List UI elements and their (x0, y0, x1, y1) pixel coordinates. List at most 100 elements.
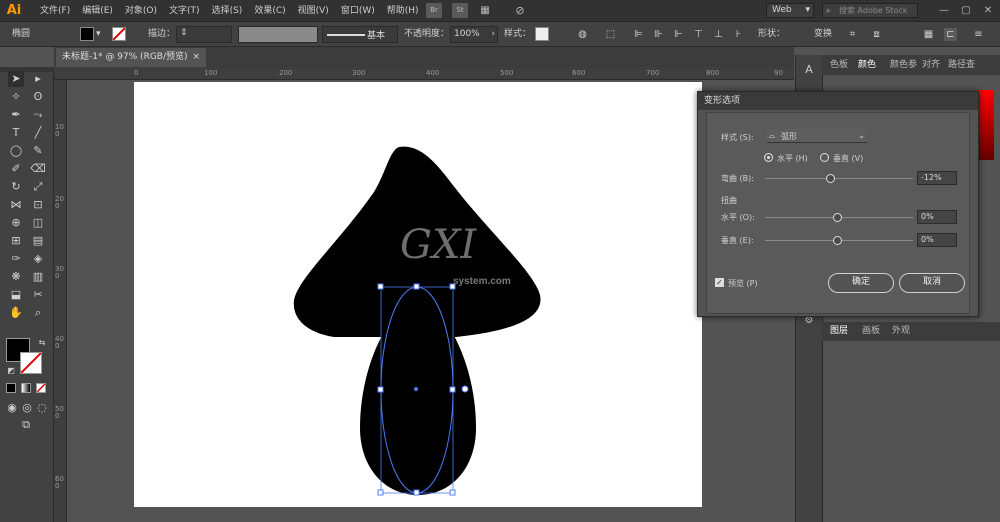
transform-label[interactable]: 变换 (814, 22, 832, 47)
variable-width-profile[interactable] (238, 26, 318, 43)
pen-tool-icon[interactable]: ✒ (8, 107, 24, 123)
align-to-icon[interactable]: ⬚ (604, 28, 617, 41)
chevron-down-icon[interactable]: ▾ (96, 22, 101, 47)
close-tab-icon[interactable]: × (192, 48, 200, 67)
arrange-documents-icon[interactable]: ▦ (477, 3, 493, 18)
none-mode-icon[interactable] (36, 383, 46, 393)
align-right-icon[interactable]: ⊩ (672, 28, 685, 41)
recolor-artwork-icon[interactable]: ◍ (576, 28, 589, 41)
mesh-tool-icon[interactable]: ⊞ (8, 233, 24, 249)
gradient-mode-icon[interactable] (21, 383, 31, 393)
menu-item-type[interactable]: 文字(T) (163, 0, 206, 22)
align-middle-icon[interactable]: ⊥ (712, 28, 725, 41)
default-colors-icon[interactable]: ◩ (3, 363, 19, 379)
swap-colors-icon[interactable]: ⇆ (34, 335, 50, 351)
color-spectrum[interactable] (978, 90, 994, 160)
blend-tool-icon[interactable]: ◈ (30, 251, 46, 267)
radio-vertical[interactable] (820, 153, 829, 162)
tab-artboards[interactable]: 画板 (862, 322, 880, 341)
brush-definition[interactable]: 基本 (322, 26, 398, 43)
menu-item-file[interactable]: 文件(F) (34, 0, 76, 22)
ok-button[interactable]: 确定 (828, 273, 894, 293)
opacity-label[interactable]: 不透明度： (404, 22, 449, 47)
direct-selection-tool-icon[interactable]: ▸ (30, 71, 46, 87)
shape-builder-icon[interactable]: ⊕ (8, 215, 24, 231)
stock-search-input[interactable]: ⌕ 搜索 Adobe Stock (822, 3, 918, 18)
rotate-tool-icon[interactable]: ↻ (8, 179, 24, 195)
stroke-swatch[interactable] (112, 27, 126, 41)
free-transform-icon[interactable]: ⊡ (30, 197, 46, 213)
vertical-distortion-thumb[interactable] (833, 236, 842, 245)
eyedropper-icon[interactable]: ✑ (8, 251, 24, 267)
transform-each-icon[interactable]: ⌗ (846, 28, 859, 41)
align-center-icon[interactable]: ⊪ (652, 28, 665, 41)
menu-item-help[interactable]: 帮助(H) (381, 0, 425, 22)
warp-style-dropdown[interactable]: ⌓ 弧形 ⌄ (767, 129, 867, 143)
shape-label[interactable]: 形状： (758, 22, 785, 47)
align-top-icon[interactable]: ⊤ (692, 28, 705, 41)
panel-menu-icon[interactable]: ≡ (972, 28, 985, 41)
close-window-button[interactable]: ✕ (978, 1, 998, 21)
menu-item-view[interactable]: 视图(V) (292, 0, 335, 22)
type-tool-icon[interactable]: T (8, 125, 24, 141)
workspace-switcher[interactable]: Web ▾ (766, 3, 814, 18)
tab-color-guide[interactable]: 颜色参 (890, 55, 917, 75)
menu-item-select[interactable]: 选择(S) (206, 0, 249, 22)
envelope-icon[interactable]: ⧈ (870, 28, 883, 41)
screen-mode-icon[interactable]: ⧉ (18, 417, 34, 433)
curvature-tool-icon[interactable]: ⤳ (30, 107, 46, 123)
align-bottom-icon[interactable]: ⊦ (732, 28, 745, 41)
arrange-icon[interactable]: ▦ (922, 28, 935, 41)
tab-appearance[interactable]: 外观 (892, 322, 910, 341)
preview-checkbox[interactable]: ✓ (715, 278, 724, 287)
draw-inside-icon[interactable]: ◌ (34, 400, 50, 416)
selection-tool-icon[interactable]: ➤ (8, 71, 24, 87)
tab-layers[interactable]: 图层 (830, 322, 848, 341)
fill-swatch[interactable] (80, 27, 94, 41)
draw-behind-icon[interactable]: ◎ (19, 400, 35, 416)
menu-item-effect[interactable]: 效果(C) (248, 0, 291, 22)
bend-slider-thumb[interactable] (826, 174, 836, 183)
symbol-sprayer-icon[interactable]: ❋ (8, 269, 24, 285)
horizontal-distortion-thumb[interactable] (833, 213, 842, 222)
stroke-weight-field[interactable]: ⇕ (176, 26, 232, 43)
color-mode-icon[interactable] (6, 383, 16, 393)
opacity-field[interactable]: 100% › (450, 26, 498, 43)
mushroom-stem[interactable] (360, 332, 476, 495)
maximize-button[interactable]: ▢ (956, 1, 976, 21)
align-left-icon[interactable]: ⊫ (632, 28, 645, 41)
draw-normal-icon[interactable]: ◉ (4, 400, 20, 416)
graph-tool-icon[interactable]: ▥ (30, 269, 46, 285)
isolate-icon[interactable]: ⊏ (944, 28, 957, 41)
gpu-performance-icon[interactable]: ⊘ (512, 3, 528, 18)
eraser-icon[interactable]: ⌫ (30, 161, 46, 177)
tab-align[interactable]: 对齐 (922, 55, 940, 75)
width-tool-icon[interactable]: ⋈ (8, 197, 24, 213)
menu-item-window[interactable]: 窗口(W) (335, 0, 381, 22)
minimize-button[interactable]: — (934, 1, 954, 21)
menu-item-edit[interactable]: 编辑(E) (76, 0, 119, 22)
horizontal-distortion-input[interactable]: 0% (917, 210, 957, 224)
lasso-icon[interactable]: ʘ (30, 89, 46, 105)
ellipse-tool-icon[interactable]: ◯ (8, 143, 24, 159)
magic-wand-icon[interactable]: ✧ (8, 89, 24, 105)
vertical-distortion-input[interactable]: 0% (917, 233, 957, 247)
gradient-tool-icon[interactable]: ▤ (30, 233, 46, 249)
paintbrush-icon[interactable]: ✎ (30, 143, 46, 159)
hand-tool-icon[interactable]: ✋ (8, 305, 24, 321)
bend-input[interactable]: -12% (917, 171, 957, 185)
cancel-button[interactable]: 取消 (899, 273, 965, 293)
scale-tool-icon[interactable]: ⤢ (30, 179, 46, 195)
zoom-tool-icon[interactable]: ⌕ (30, 305, 46, 321)
artboard-tool-icon[interactable]: ⬓ (8, 287, 24, 303)
settings-icon[interactable]: ⚙ (801, 315, 817, 331)
menu-item-object[interactable]: 对象(O) (119, 0, 163, 22)
graphic-style-swatch[interactable] (535, 27, 549, 41)
bend-slider-track[interactable] (765, 178, 913, 179)
shaper-tool-icon[interactable]: ✐ (8, 161, 24, 177)
slice-tool-icon[interactable]: ✂ (30, 287, 46, 303)
document-tab[interactable]: 未标题-1* @ 97% (RGB/预览) × (56, 48, 206, 67)
bridge-button[interactable]: Br (426, 3, 442, 18)
character-panel-icon[interactable]: A (801, 63, 817, 79)
line-tool-icon[interactable]: ╱ (30, 125, 46, 141)
